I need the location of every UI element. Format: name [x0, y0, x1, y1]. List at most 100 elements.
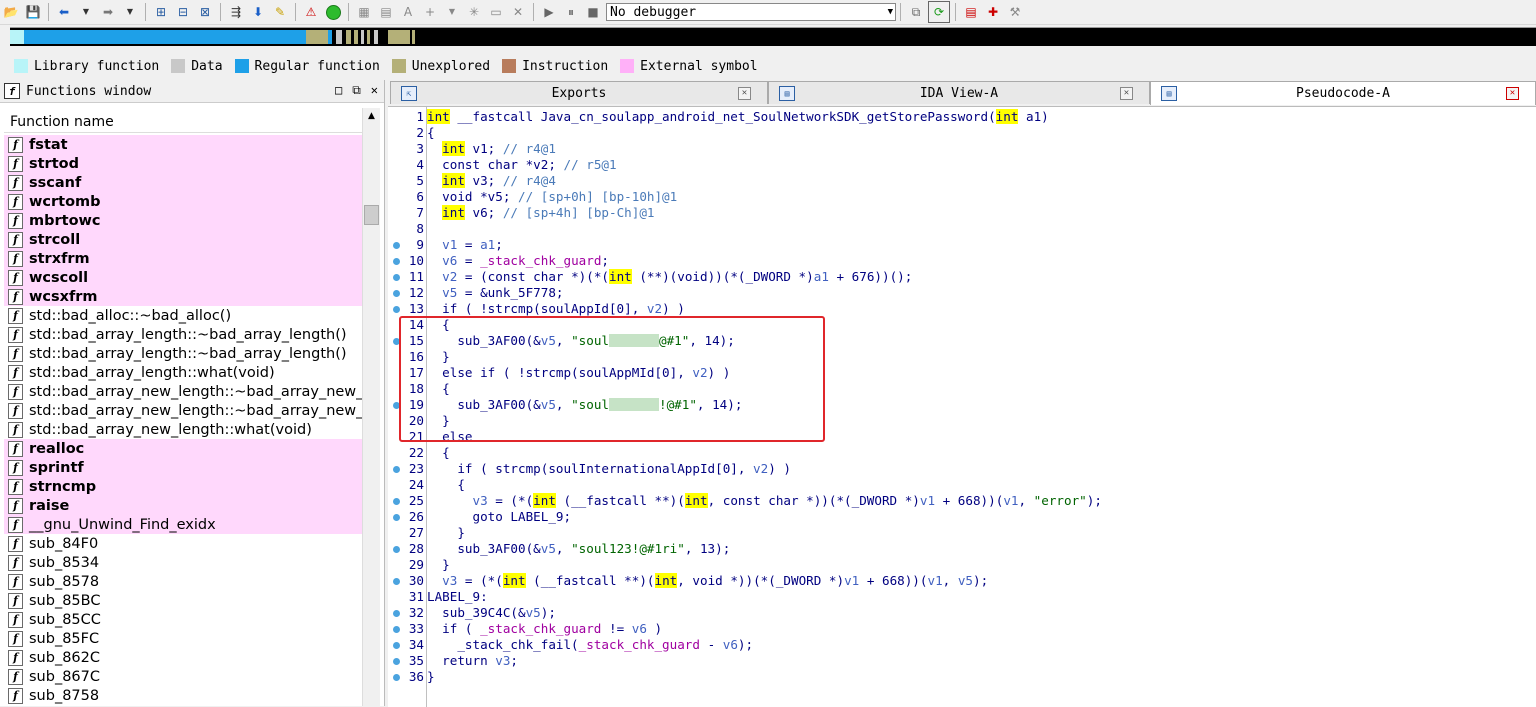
- code-line[interactable]: 32 sub_39C4C(&v5);: [388, 605, 1536, 621]
- float-icon[interactable]: ⧉: [352, 83, 361, 98]
- code-line[interactable]: 27 }: [388, 525, 1536, 541]
- breakpoint-dot-icon[interactable]: [393, 546, 400, 553]
- code-line[interactable]: 23 if ( strcmp(soulInternationalAppId[0]…: [388, 461, 1536, 477]
- code-line[interactable]: 30 v3 = (*(int (__fastcall **)(int, void…: [388, 573, 1536, 589]
- tab-pseudocode-a[interactable]: ▤ Pseudocode-A ✕: [1150, 81, 1536, 105]
- code-line[interactable]: 29 }: [388, 557, 1536, 573]
- warning-icon[interactable]: ⚠: [301, 2, 321, 22]
- add-icon[interactable]: +: [420, 2, 440, 22]
- code-line[interactable]: 24 {: [388, 477, 1536, 493]
- function-row[interactable]: f std::bad_array_new_length::~bad_array_n…: [4, 382, 362, 401]
- code-line[interactable]: 6 void *v5; // [sp+0h] [bp-10h]@1: [388, 189, 1536, 205]
- breakpoint-dot-icon[interactable]: [393, 626, 400, 633]
- down-arrow-icon[interactable]: ⬇: [248, 2, 268, 22]
- function-row[interactable]: f sub_8534: [4, 553, 362, 572]
- breakpoint-dot-icon[interactable]: [393, 610, 400, 617]
- function-row[interactable]: f strxfrm: [4, 249, 362, 268]
- code-line[interactable]: 25 v3 = (*(int (__fastcall **)(int, cons…: [388, 493, 1536, 509]
- function-row[interactable]: f std::bad_array_new_length::what(void): [4, 420, 362, 439]
- code-line[interactable]: 28 sub_3AF00(&v5, "soul123!@#1ri", 13);: [388, 541, 1536, 557]
- function-row[interactable]: f std::bad_alloc::~bad_alloc(): [4, 306, 362, 325]
- string-icon[interactable]: A: [398, 2, 418, 22]
- function-row[interactable]: f std::bad_array_length::what(void): [4, 363, 362, 382]
- data-icon[interactable]: ▤: [376, 2, 396, 22]
- code-line[interactable]: 12 v5 = &unk_5F778;: [388, 285, 1536, 301]
- tab-exports[interactable]: ⇱ Exports ✕: [390, 81, 768, 104]
- code-line[interactable]: 5 int v3; // r4@4: [388, 173, 1536, 189]
- code-line[interactable]: 35 return v3;: [388, 653, 1536, 669]
- breakpoint-dot-icon[interactable]: [393, 258, 400, 265]
- function-row[interactable]: f std::bad_array_length::~bad_array_lengt…: [4, 325, 362, 344]
- scroll-up-icon[interactable]: ▲: [363, 108, 380, 124]
- code-line[interactable]: 3 int v1; // r4@1: [388, 141, 1536, 157]
- forward-arrow-icon[interactable]: ➡: [98, 2, 118, 22]
- function-row[interactable]: f strncmp: [4, 477, 362, 496]
- function-row[interactable]: f raise: [4, 496, 362, 515]
- function-row[interactable]: f __gnu_Unwind_Find_exidx: [4, 515, 362, 534]
- breakpoint-dot-icon[interactable]: [393, 274, 400, 281]
- struct-icon[interactable]: ▭: [486, 2, 506, 22]
- scrollbar-thumb[interactable]: [364, 205, 379, 225]
- function-row[interactable]: f sub_85BC: [4, 591, 362, 610]
- navigation-band[interactable]: [10, 27, 1536, 46]
- refresh-icon[interactable]: ⟳: [928, 1, 950, 23]
- function-row[interactable]: f realloc: [4, 439, 362, 458]
- function-row[interactable]: f sub_85FC: [4, 629, 362, 648]
- function-row[interactable]: f sub_8578: [4, 572, 362, 591]
- delete-x-icon[interactable]: ✕: [508, 2, 528, 22]
- back-arrow-icon[interactable]: ⬅: [54, 2, 74, 22]
- function-row[interactable]: f sub_84F0: [4, 534, 362, 553]
- code-line[interactable]: 26 goto LABEL_9;: [388, 509, 1536, 525]
- restore-icon[interactable]: □: [335, 83, 342, 98]
- close-icon[interactable]: ✕: [371, 83, 378, 98]
- code-line[interactable]: 33 if ( _stack_chk_guard != v6 ): [388, 621, 1536, 637]
- breakpoint-dot-icon[interactable]: [393, 642, 400, 649]
- function-row[interactable]: f mbrtowc: [4, 211, 362, 230]
- play-icon[interactable]: ▶: [539, 2, 559, 22]
- code-line[interactable]: 4 const char *v2; // r5@1: [388, 157, 1536, 173]
- code-line[interactable]: 34 _stack_chk_fail(_stack_chk_guard - v6…: [388, 637, 1536, 653]
- breakpoint-dot-icon[interactable]: [393, 658, 400, 665]
- code-line[interactable]: 1 int __fastcall Java_cn_soulapp_android_…: [388, 109, 1536, 125]
- function-row[interactable]: f sub_8758: [4, 686, 362, 705]
- breakpoint-dot-icon[interactable]: [393, 498, 400, 505]
- code-line[interactable]: 7 int v6; // [sp+4h] [bp-Ch]@1: [388, 205, 1536, 221]
- function-row[interactable]: f std::bad_array_new_length::~bad_array_n…: [4, 401, 362, 420]
- function-row[interactable]: f wcscoll: [4, 268, 362, 287]
- code-line[interactable]: 11 v2 = (const char *)(*(int (**)(void))…: [388, 269, 1536, 285]
- save-icon[interactable]: 💾: [23, 2, 43, 22]
- breakpoint-dot-icon[interactable]: [393, 674, 400, 681]
- dropdown-arrow-icon[interactable]: ▼: [442, 2, 462, 22]
- code-line[interactable]: 36}: [388, 669, 1536, 685]
- tools-icon[interactable]: ⚒: [1005, 2, 1025, 22]
- text-search-icon[interactable]: ⊟: [173, 2, 193, 22]
- binary-search-icon[interactable]: ⊞: [151, 2, 171, 22]
- jump-icon[interactable]: ⇶: [226, 2, 246, 22]
- function-row[interactable]: f sprintf: [4, 458, 362, 477]
- attach-icon[interactable]: ⧉: [906, 2, 926, 22]
- breakpoint-dot-icon[interactable]: [393, 290, 400, 297]
- code-line[interactable]: 31 LABEL_9:: [388, 589, 1536, 605]
- breakpoint-dot-icon[interactable]: [393, 306, 400, 313]
- breakpoint-dot-icon[interactable]: [393, 242, 400, 249]
- open-folder-icon[interactable]: 📂: [1, 2, 21, 22]
- breakpoint-dot-icon[interactable]: [393, 466, 400, 473]
- function-row[interactable]: f sub_867C: [4, 667, 362, 686]
- close-icon[interactable]: ✕: [1120, 87, 1133, 100]
- breakpoint-dot-icon[interactable]: [393, 578, 400, 585]
- tab-ida-view-a[interactable]: ▤ IDA View-A ✕: [768, 81, 1150, 104]
- immediate-search-icon[interactable]: ⊠: [195, 2, 215, 22]
- function-row[interactable]: f strcoll: [4, 230, 362, 249]
- function-row[interactable]: f sub_862C: [4, 648, 362, 667]
- pause-icon[interactable]: ⏸: [561, 2, 581, 22]
- function-row[interactable]: f sub_85CC: [4, 610, 362, 629]
- debugger-select[interactable]: No debugger ▼: [606, 3, 896, 21]
- function-row[interactable]: f fstat: [4, 135, 362, 154]
- function-row[interactable]: f wcrtomb: [4, 192, 362, 211]
- function-row[interactable]: f std::bad_array_length::~bad_array_lengt…: [4, 344, 362, 363]
- function-row[interactable]: f sscanf: [4, 173, 362, 192]
- list-icon[interactable]: ▤: [961, 2, 981, 22]
- code-line[interactable]: 22 {: [388, 445, 1536, 461]
- function-row[interactable]: f strtod: [4, 154, 362, 173]
- green-circle-icon[interactable]: [323, 2, 343, 22]
